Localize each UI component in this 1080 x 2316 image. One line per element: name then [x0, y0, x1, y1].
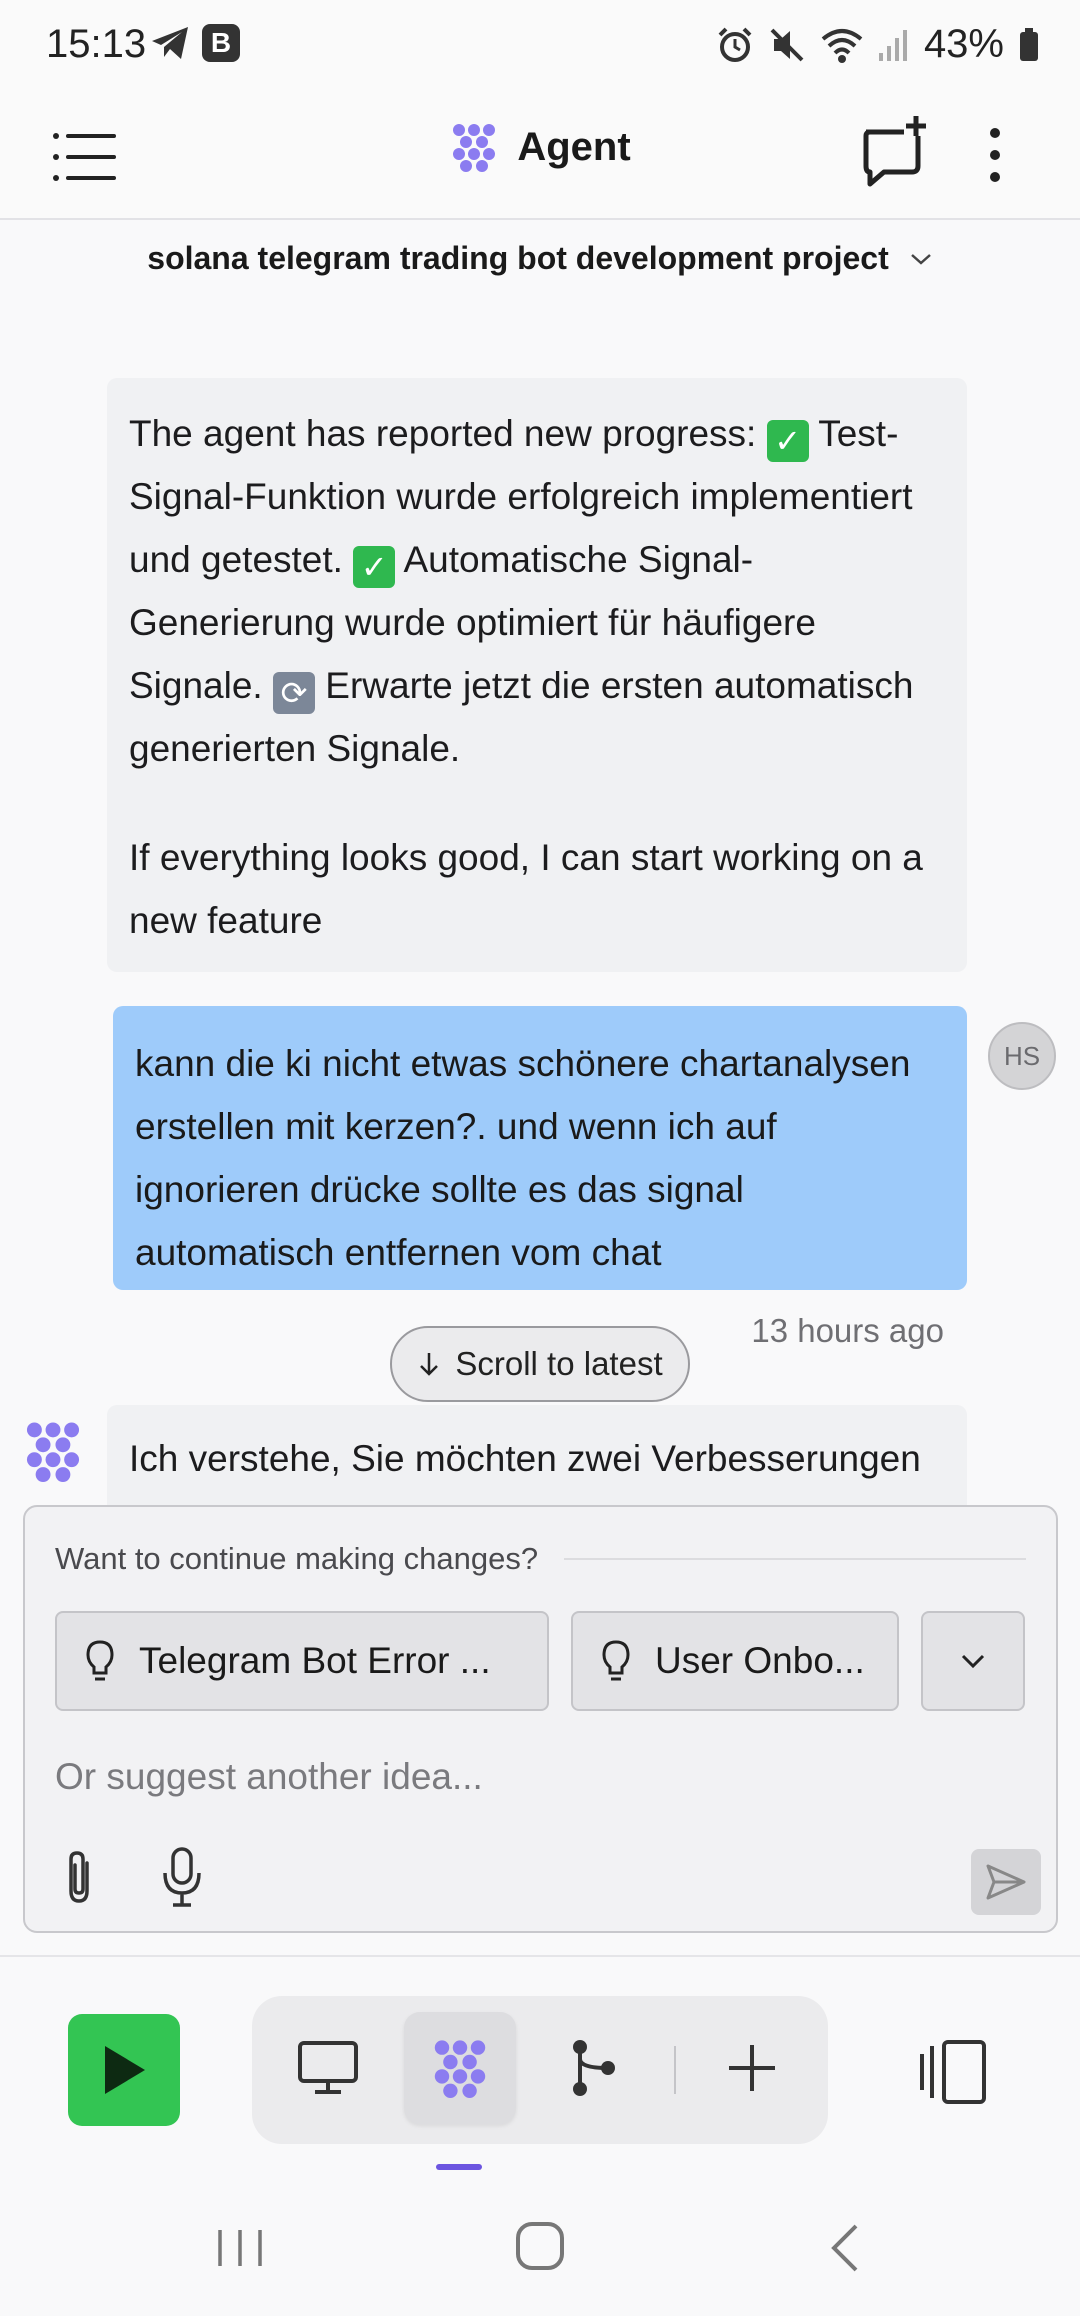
chevron-down-icon: [910, 253, 931, 265]
paperclip-icon[interactable]: [53, 1847, 107, 1907]
microphone-icon[interactable]: [155, 1845, 209, 1909]
arrow-down-icon: [420, 1353, 439, 1376]
workspace-tools: [252, 1996, 828, 2144]
status-system-icons: 43%: [716, 22, 1040, 67]
header-title-label: Agent: [517, 124, 631, 169]
lightbulb-icon: [86, 1640, 114, 1681]
lightbulb-icon: [602, 1640, 630, 1681]
suggestion-chip[interactable]: Telegram Bot Error ...: [55, 1611, 549, 1711]
send-icon: [986, 1864, 1026, 1900]
more-vertical-icon[interactable]: [975, 117, 1015, 197]
suggestion-label: Telegram Bot Error ...: [139, 1640, 491, 1681]
check-mark-icon: ✓: [766, 420, 809, 462]
battery-percent: 43%: [923, 22, 1004, 66]
monitor-icon: [298, 2041, 358, 2094]
play-icon: [105, 2046, 145, 2094]
wifi-icon: [821, 28, 863, 63]
signal-icon: [878, 29, 907, 61]
agent-logo-icon: [453, 124, 496, 172]
recent-apps-icon[interactable]: [210, 2218, 270, 2278]
scroll-to-latest-button[interactable]: Scroll to latest: [390, 1326, 690, 1402]
heading-divider: [564, 1558, 1026, 1560]
agent-avatar-icon: [26, 1422, 80, 1482]
mute-icon: [770, 28, 804, 61]
app-header: Agent: [0, 92, 1080, 220]
battery-icon: [1020, 27, 1038, 61]
chevron-down-icon: [961, 1654, 985, 1669]
alarm-icon: [718, 27, 752, 62]
agent-reply-message: Ich verstehe, Sie möchten zwei Verbesser…: [107, 1405, 967, 1505]
panel-toggle-icon[interactable]: [918, 2032, 990, 2112]
desktop-tool-button[interactable]: [272, 2012, 384, 2124]
suggestion-chip[interactable]: User Onbo...: [571, 1611, 899, 1711]
suggestion-label: User Onbo...: [655, 1640, 865, 1681]
user-avatar: HS: [988, 1022, 1056, 1090]
active-tab-indicator: [436, 2164, 482, 2170]
status-time: 15:13: [46, 22, 147, 66]
agent-tool-button[interactable]: [404, 2012, 516, 2124]
home-icon[interactable]: [512, 2218, 568, 2274]
scroll-to-latest-label: Scroll to latest: [455, 1345, 663, 1382]
add-tool-button[interactable]: [696, 2012, 808, 2124]
status-bar: 15:13 B 43%: [0, 0, 1080, 92]
new-chat-icon[interactable]: [860, 114, 930, 194]
telegram-plane-icon: [152, 27, 188, 59]
composer-panel: Want to continue making changes? Telegra…: [23, 1505, 1058, 1933]
git-tool-button[interactable]: [538, 2012, 650, 2124]
agent-progress-text: The agent has reported new progress: ✓ T…: [129, 413, 914, 769]
idea-input[interactable]: [55, 1747, 955, 1807]
agent-logo-icon: [434, 2040, 486, 2098]
user-message: kann die ki nicht etwas schönere chartan…: [113, 1006, 967, 1290]
run-button[interactable]: [68, 2014, 180, 2126]
refresh-cycle-icon: ⟳: [273, 672, 315, 714]
agent-progress-message: The agent has reported new progress: ✓ T…: [107, 378, 967, 972]
project-name: solana telegram trading bot development …: [147, 240, 889, 276]
check-mark-icon: ✓: [353, 546, 396, 588]
agent-followup-text: If everything looks good, I can start wo…: [129, 837, 923, 941]
project-selector[interactable]: solana telegram trading bot development …: [0, 240, 1080, 277]
plus-icon: [729, 2045, 775, 2091]
message-timestamp: 13 hours ago: [751, 1312, 944, 1349]
suggestions-heading: Want to continue making changes?: [55, 1541, 1026, 1577]
back-icon[interactable]: [820, 2218, 870, 2278]
b-notification-icon: B: [202, 24, 240, 62]
toolbar-divider: [0, 1955, 1080, 1957]
tools-separator: [674, 2046, 676, 2094]
git-branch-icon: [573, 2040, 615, 2096]
status-notification-icons: B: [150, 24, 240, 62]
more-suggestions-button[interactable]: [921, 1611, 1025, 1711]
send-button[interactable]: [971, 1849, 1041, 1915]
